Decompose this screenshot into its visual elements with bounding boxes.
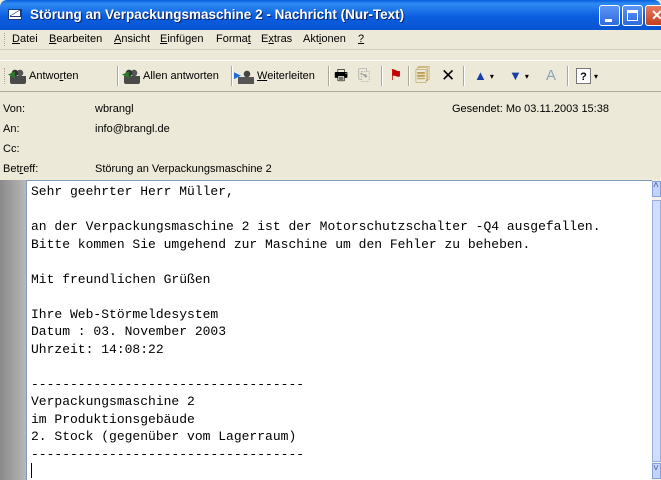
reply-icon	[8, 68, 26, 84]
help-icon: ?	[576, 68, 591, 84]
scroll-down-button[interactable]	[652, 463, 661, 479]
toolbar-separator	[567, 66, 569, 86]
subject-value[interactable]: Störung an Verpackungsmaschine 2	[95, 163, 272, 175]
font-size-button[interactable]: A	[546, 67, 556, 85]
cc-label: Cc:	[3, 143, 20, 155]
to-value[interactable]: info@brangl.de	[95, 123, 170, 135]
from-value[interactable]: wbrangl	[95, 103, 134, 115]
vertical-scrollbar[interactable]	[652, 180, 661, 480]
down-arrow-icon: ▼	[509, 68, 522, 83]
to-label: An:	[3, 123, 20, 135]
print-button[interactable]: 🖶	[334, 67, 348, 85]
message-headers: Von: wbrangl Gesendet: Mo 03.11.2003 15:…	[0, 99, 661, 179]
printer-icon: 🖶	[334, 67, 349, 84]
move-to-folder-icon: 🗐	[415, 67, 430, 84]
copy-icon: ⎘	[358, 67, 371, 84]
toolbar-separator	[408, 66, 410, 86]
menu-bar: Datei Bearbeiten Ansicht Einfügen Format…	[0, 30, 661, 50]
dropdown-arrow-icon: ▾	[594, 71, 599, 81]
menu-ansicht[interactable]: Ansicht	[114, 33, 150, 45]
close-button[interactable]	[645, 5, 661, 26]
menu-format[interactable]: Format	[216, 33, 251, 45]
toolbar-separator	[463, 66, 465, 86]
text-cursor	[31, 463, 32, 478]
maximize-button[interactable]	[622, 5, 643, 26]
font-size-icon: A	[546, 67, 557, 84]
menu-datei[interactable]: Datei	[12, 33, 38, 45]
menu-bearbeiten[interactable]: Bearbeiten	[49, 33, 102, 45]
reply-all-button[interactable]: Allen antworten	[122, 67, 219, 85]
previous-item-button[interactable]: ▲ ▾	[474, 67, 494, 85]
menu-help[interactable]: ?	[358, 33, 364, 45]
message-body[interactable]: Sehr geehrter Herr Müller, an der Verpac…	[26, 180, 652, 480]
dropdown-arrow-icon: ▾	[489, 71, 494, 81]
menu-einfuegen[interactable]: Einfügen	[160, 33, 203, 45]
toolbar-separator	[328, 66, 330, 86]
dropdown-arrow-icon: ▾	[524, 71, 529, 81]
from-label: Von:	[3, 103, 26, 115]
forward-icon	[234, 68, 254, 84]
menu-grip	[4, 33, 8, 46]
title-bar[interactable]: Störung an Verpackungsmaschine 2 - Nachr…	[0, 0, 661, 30]
copy-button[interactable]: ⎘	[358, 67, 370, 85]
menu-extras[interactable]: Extras	[261, 33, 292, 45]
subject-label: Betreff:	[3, 163, 39, 175]
envelope-icon	[8, 9, 22, 20]
reply-button[interactable]: Antworten	[8, 67, 79, 85]
flag-icon: ⚑	[389, 67, 403, 84]
sent-date: Gesendet: Mo 03.11.2003 15:38	[452, 103, 609, 115]
forward-button[interactable]: Weiterleiten	[234, 67, 315, 85]
toolbar-separator	[381, 66, 383, 86]
minimize-button[interactable]	[599, 5, 620, 26]
scroll-up-button[interactable]	[652, 180, 661, 197]
next-item-button[interactable]: ▼ ▾	[509, 67, 529, 85]
window-title: Störung an Verpackungsmaschine 2 - Nachr…	[30, 7, 405, 22]
message-window: Störung an Verpackungsmaschine 2 - Nachr…	[0, 0, 661, 480]
delete-button[interactable]: ✕	[441, 67, 455, 85]
delete-icon: ✕	[441, 66, 456, 85]
help-button[interactable]: ? ▾	[576, 67, 598, 85]
message-body-text: Sehr geehrter Herr Müller, an der Verpac…	[31, 184, 601, 462]
window-left-strip	[0, 180, 26, 480]
toolbar-separator	[117, 66, 119, 86]
flag-button[interactable]: ⚑	[389, 67, 402, 85]
reply-all-icon	[122, 68, 140, 84]
scroll-thumb[interactable]	[652, 200, 661, 462]
toolbar-separator	[231, 66, 233, 86]
menu-aktionen[interactable]: Aktionen	[303, 33, 346, 45]
move-to-folder-button[interactable]: 🗐	[415, 67, 430, 85]
up-arrow-icon: ▲	[474, 68, 487, 83]
toolbar: Antworten Allen antworten Weiterleiten 🖶…	[0, 60, 661, 92]
